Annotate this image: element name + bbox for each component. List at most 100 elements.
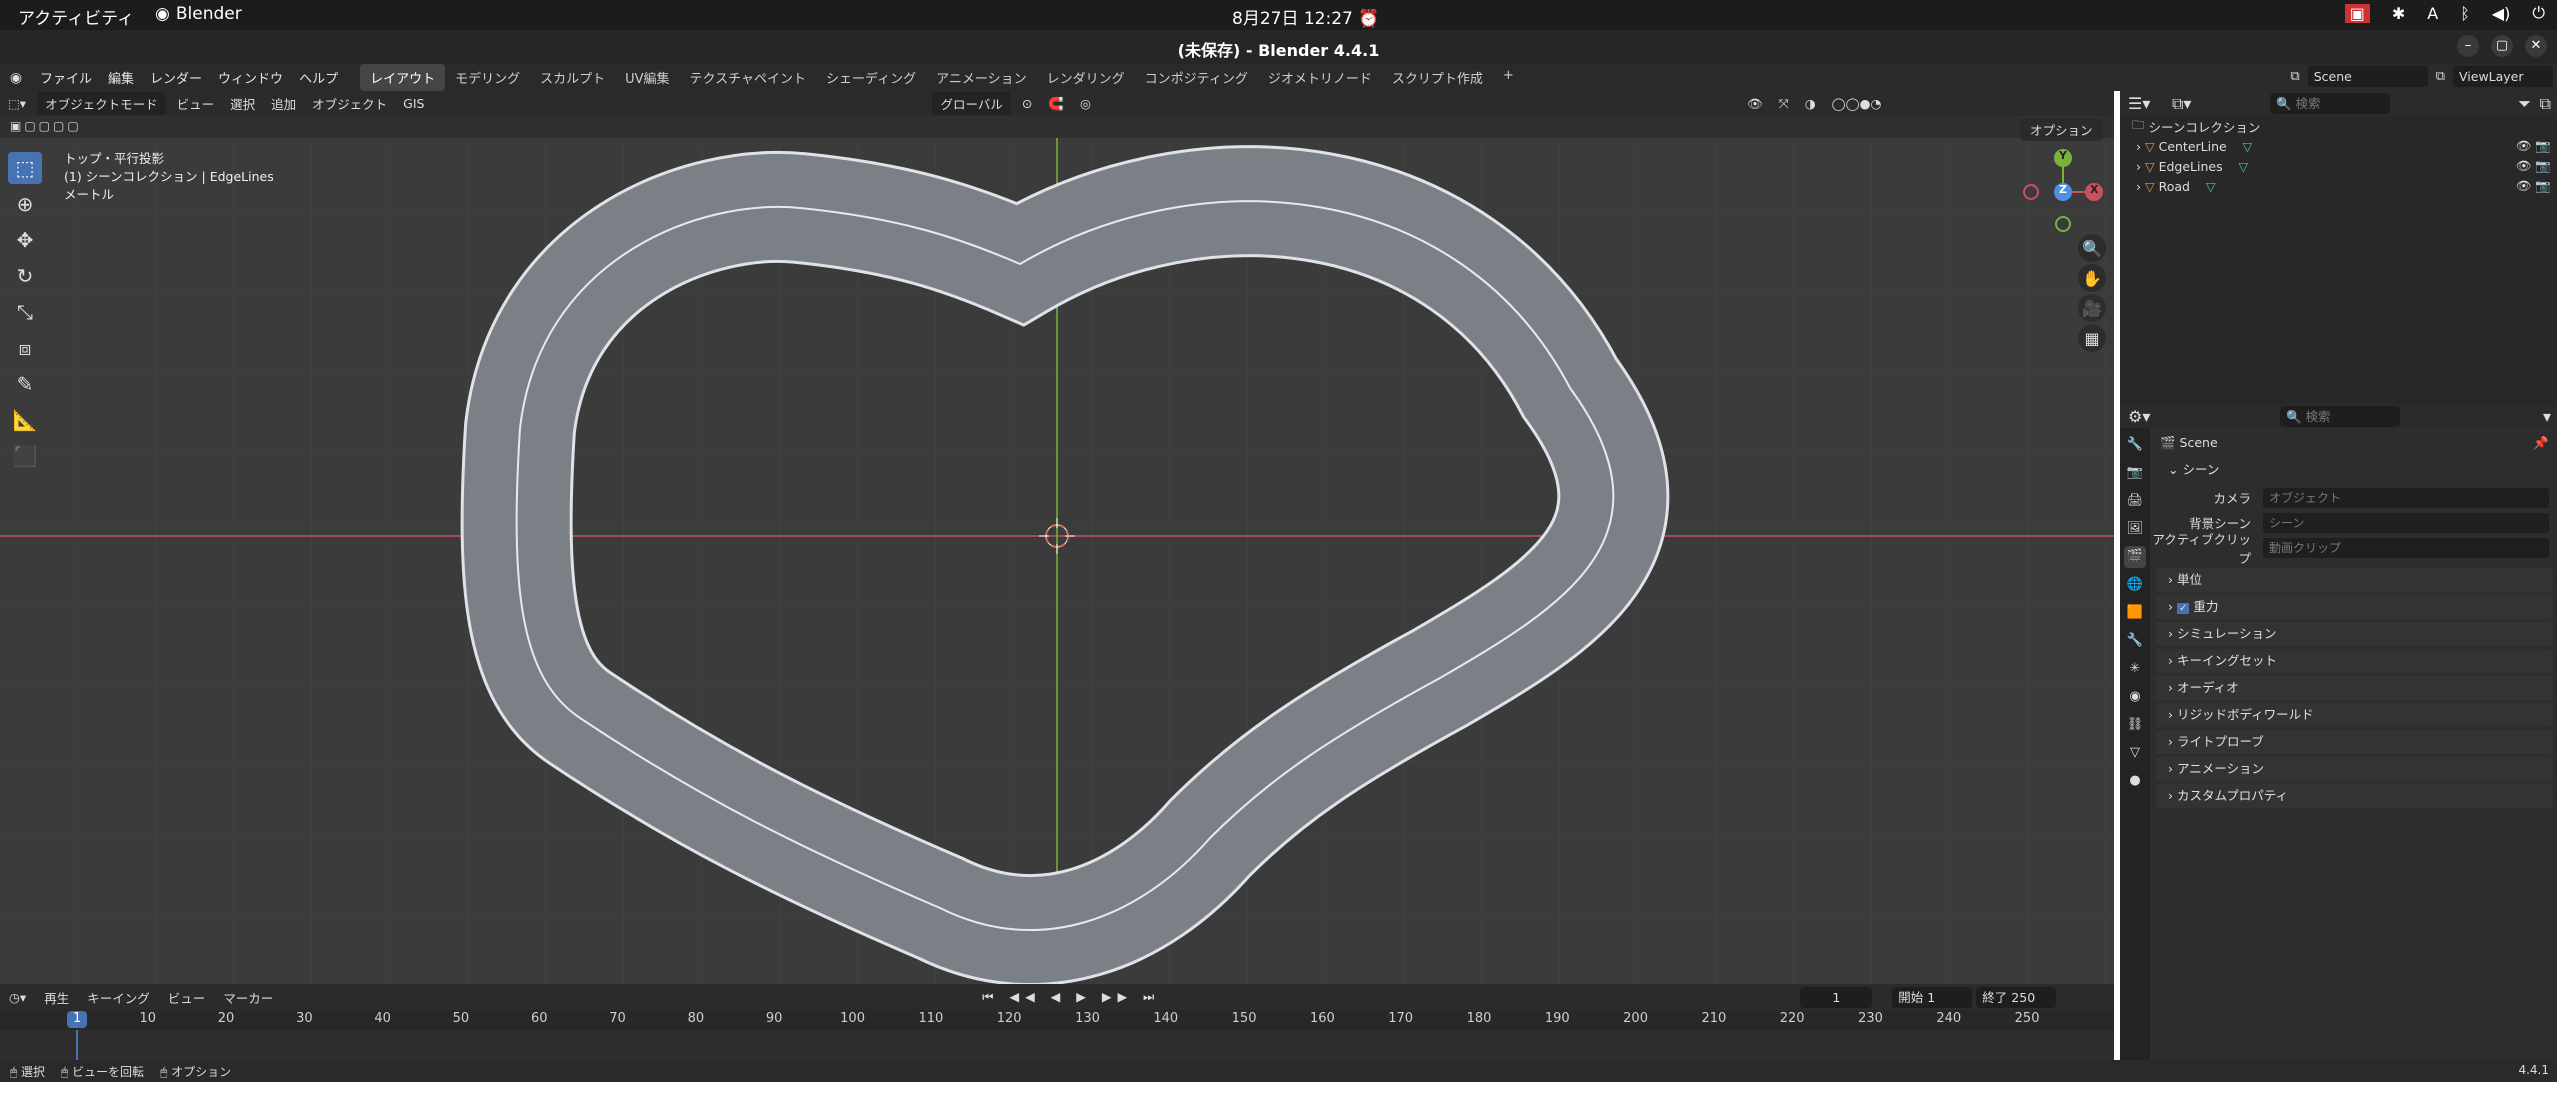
power-icon[interactable]: ⏻ — [2532, 3, 2545, 23]
panel-animation[interactable]: › アニメーション — [2156, 757, 2553, 781]
frame-start-field[interactable]: 開始 1 — [1892, 986, 1973, 1008]
active-clip-field[interactable]: 動画クリップ — [2263, 537, 2549, 558]
panel-simulation[interactable]: › シミュレーション — [2156, 622, 2553, 646]
activities-button[interactable]: アクティビティ — [18, 4, 134, 29]
menu-window[interactable]: ウィンドウ — [210, 68, 291, 87]
volume-icon[interactable]: ◀) — [2492, 4, 2511, 23]
viewlayer-icon[interactable]: ⧉ — [2436, 69, 2445, 84]
properties-editor-icon[interactable]: ⚙▾ — [2128, 407, 2150, 426]
pan-hand-icon[interactable]: ✋ — [2078, 264, 2106, 292]
tool-tab-icon[interactable]: 🔧 — [2124, 434, 2146, 456]
mesh-data-icon[interactable]: ▽ — [2206, 179, 2216, 194]
menu-select[interactable]: 選択 — [222, 94, 263, 113]
tab-shading[interactable]: シェーディング — [816, 64, 926, 91]
render-tab-icon[interactable]: 📷 — [2124, 462, 2146, 484]
visibility-icons[interactable]: 👁 📷 — [2516, 138, 2551, 154]
panel-keying-sets[interactable]: › キーイングセット — [2156, 649, 2553, 673]
proportional-edit-icon[interactable]: ◎ — [1072, 96, 1099, 111]
clock[interactable]: 8月27日 12:27 ⏰ — [1232, 4, 1379, 29]
object-tab-icon[interactable]: 🟧 — [2124, 602, 2146, 624]
annotate-tool[interactable]: ✎ — [8, 368, 42, 400]
mesh-data-icon[interactable]: ▽ — [2243, 139, 2253, 154]
scale-tool[interactable]: ⤡ — [8, 296, 42, 328]
input-method-indicator[interactable]: A — [2427, 4, 2438, 23]
world-tab-icon[interactable]: 🌐 — [2124, 574, 2146, 596]
panel-rigid-body-world[interactable]: › リジッドボディワールド — [2156, 703, 2553, 727]
timeline-ruler[interactable]: 1 10 20 30 40 50 60 70 80 90 100 110 120 130 140 150 160… — [0, 1010, 2114, 1030]
visibility-icons[interactable]: 👁 📷 — [2516, 178, 2551, 194]
snap-icon[interactable]: 🧲 — [1040, 96, 1072, 112]
add-cube-tool[interactable]: ⬛ — [8, 440, 42, 472]
menu-playback[interactable]: 再生 — [35, 988, 78, 1007]
tab-scripting[interactable]: スクリプト作成 — [1382, 64, 1493, 91]
menu-object[interactable]: オブジェクト — [304, 94, 395, 113]
physics-tab-icon[interactable]: ◉ — [2124, 686, 2146, 708]
constraints-tab-icon[interactable]: ⛓ — [2124, 714, 2146, 736]
menu-gis[interactable]: GIS — [395, 96, 432, 111]
zoom-icon[interactable]: 🔍 — [2078, 234, 2106, 262]
tab-geometry-nodes[interactable]: ジオメトリノード — [1258, 64, 1382, 91]
tab-uv-editing[interactable]: UV編集 — [615, 64, 679, 91]
gizmo-y-label[interactable]: Y — [2059, 149, 2067, 162]
viewlayer-selector[interactable]: ViewLayer — [2453, 66, 2553, 87]
tab-texture-paint[interactable]: テクスチャペイント — [680, 64, 816, 91]
transform-orientation[interactable]: グローバル — [932, 92, 1011, 115]
menu-keying[interactable]: キーイング — [78, 988, 159, 1007]
view-layer-tab-icon[interactable]: 🖼 — [2124, 518, 2146, 540]
3d-viewport[interactable]: Y X Z — [0, 138, 2114, 984]
outliner-item-centerline[interactable]: › ▽ CenterLine ▽ 👁 📷 — [2120, 136, 2557, 156]
scene-icon[interactable]: ⧉ — [2290, 69, 2299, 84]
app-menu[interactable]: ◉ Blender — [155, 4, 242, 24]
scene-tab-icon[interactable]: 🎬 — [2124, 546, 2146, 568]
tab-rendering[interactable]: レンダリング — [1037, 64, 1135, 91]
outliner-search[interactable]: 🔍 検索 — [2270, 93, 2390, 114]
gravity-checkbox[interactable]: ✓ — [2176, 603, 2190, 614]
menu-timeline-view[interactable]: ビュー — [159, 988, 215, 1007]
tab-animation[interactable]: アニメーション — [926, 64, 1036, 91]
menu-edit[interactable]: 編集 — [100, 68, 142, 87]
gizmo-z-label[interactable]: Z — [2059, 183, 2067, 196]
visibility-icon[interactable]: 👁 — [1739, 96, 1771, 112]
pivot-icon[interactable]: ⊙ — [1014, 96, 1040, 111]
transform-tool[interactable]: ⧈ — [8, 332, 42, 364]
shading-modes-icon[interactable]: ◯◯●◔ — [1824, 96, 1890, 111]
tab-layout[interactable]: レイアウト — [360, 64, 446, 91]
panel-custom-properties[interactable]: › カスタムプロパティ — [2156, 784, 2553, 808]
panel-units[interactable]: › 単位 — [2156, 568, 2553, 592]
record-icon[interactable]: ▣ — [2344, 3, 2370, 23]
mode-selector[interactable]: オブジェクトモード — [37, 92, 166, 115]
material-tab-icon[interactable]: ● — [2124, 770, 2146, 792]
timeline-body[interactable] — [0, 1030, 2114, 1060]
menu-marker[interactable]: マーカー — [214, 988, 282, 1007]
rotate-tool[interactable]: ↻ — [8, 260, 42, 292]
output-tab-icon[interactable]: 🖨 — [2124, 490, 2146, 512]
properties-options-icon[interactable]: ▾ — [2543, 407, 2551, 426]
scene-selector[interactable]: Scene — [2307, 66, 2428, 87]
properties-search[interactable]: 🔍 検索 — [2280, 406, 2400, 427]
move-tool[interactable]: ✥ — [8, 224, 42, 256]
menu-view[interactable]: ビュー — [169, 94, 223, 113]
add-workspace-button[interactable]: + — [1493, 64, 1524, 91]
pin-icon[interactable]: 📌 — [2533, 428, 2549, 458]
menu-render[interactable]: レンダー — [142, 68, 210, 87]
system-tray[interactable]: ▣ ✱ A ᛒ ◀) ⏻ — [2344, 3, 2545, 23]
gizmo-toggle-icon[interactable]: ⤧ — [1771, 96, 1797, 112]
mesh-data-icon[interactable]: ▽ — [2239, 159, 2249, 174]
playback-controls[interactable]: ⏮ ◀◀ ◀ ▶ ▶▶ ⏭ — [982, 989, 1160, 1005]
panel-audio[interactable]: › オーディオ — [2156, 676, 2553, 700]
panel-light-probes[interactable]: › ライトプローブ — [2156, 730, 2553, 754]
frame-end-field[interactable]: 終了 250 — [1976, 986, 2057, 1008]
tab-compositing[interactable]: コンポジティング — [1135, 64, 1258, 91]
ortho-toggle-icon[interactable]: ▦ — [2078, 324, 2106, 352]
particles-tab-icon[interactable]: ✳ — [2124, 658, 2146, 680]
new-collection-icon[interactable]: ⧉ — [2540, 94, 2551, 114]
bluetooth-icon[interactable]: ᛒ — [2460, 4, 2470, 23]
camera-view-icon[interactable]: 🎥 — [2078, 294, 2106, 322]
tab-sculpt[interactable]: スカルプト — [530, 64, 615, 91]
data-tab-icon[interactable]: ▽ — [2124, 742, 2146, 764]
blender-logo-icon[interactable]: ◉ — [0, 70, 32, 86]
filter-icon[interactable]: ⏷ — [2518, 94, 2531, 114]
outliner-item-edgelines[interactable]: › ▽ EdgeLines ▽ 👁 📷 — [2120, 156, 2557, 176]
measure-tool[interactable]: 📐 — [8, 404, 42, 436]
editor-type-icon[interactable]: ⬚▾ — [0, 96, 34, 111]
